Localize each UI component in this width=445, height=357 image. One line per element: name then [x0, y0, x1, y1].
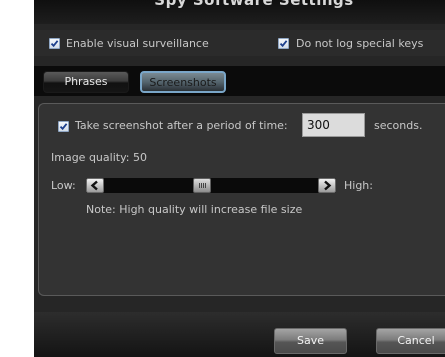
image-quality-slider-thumb[interactable] — [193, 178, 211, 193]
chevron-right-icon — [324, 180, 332, 191]
do-not-log-special-keys-checkbox[interactable] — [278, 38, 289, 49]
window-title: Spy Software Settings — [154, 0, 354, 9]
slider-decrease-button[interactable] — [86, 178, 104, 193]
file-size-note: Note: High quality will increase file si… — [86, 203, 303, 216]
tab-phrases[interactable]: Phrases — [43, 71, 129, 93]
take-screenshot-checkbox[interactable] — [58, 121, 69, 132]
checkmark-icon — [59, 123, 68, 131]
cancel-button[interactable]: Cancel — [376, 328, 445, 354]
settings-window: Spy Software Settings Enable visual surv… — [34, 0, 445, 357]
take-screenshot-label: Take screenshot after a period of time: — [75, 119, 288, 132]
title-bar: Spy Software Settings — [34, 0, 445, 24]
save-button[interactable]: Save — [274, 328, 347, 354]
image-quality-slider-track[interactable] — [86, 178, 336, 193]
do-not-log-special-keys-label: Do not log special keys — [296, 37, 424, 50]
checkmark-icon — [50, 40, 59, 48]
interval-unit-label: seconds. — [374, 119, 423, 132]
checkmark-icon — [279, 40, 288, 48]
slider-increase-button[interactable] — [318, 178, 336, 193]
screenshot-interval-input[interactable]: 300 — [302, 113, 365, 137]
enable-visual-surveillance-label: Enable visual surveillance — [66, 37, 209, 50]
image-quality-label: Image quality: 50 — [51, 151, 147, 164]
enable-visual-surveillance-checkbox[interactable] — [49, 38, 60, 49]
chevron-left-icon — [90, 180, 98, 191]
slider-high-label: High: — [344, 179, 373, 192]
slider-low-label: Low: — [51, 179, 76, 192]
tab-screenshots[interactable]: Screenshots — [140, 71, 226, 93]
